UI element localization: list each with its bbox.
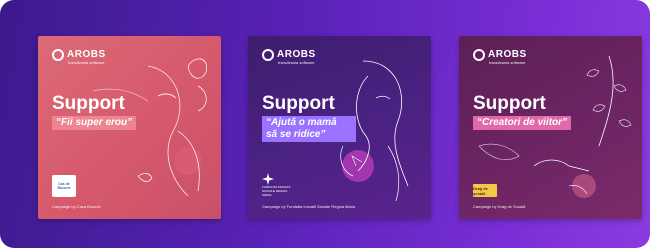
card-tagline: “Ajută o mamă să se ridice” (262, 116, 356, 142)
card-tagline-line-2: să se ridice” (266, 129, 326, 140)
campaign-card-super-erou[interactable]: AROBS transilvania software Support “Fii… (38, 36, 221, 219)
brand-subtitle: transilvania software (278, 60, 315, 65)
arobs-logo-mark (262, 49, 274, 61)
partner-logo-text: Cas de Bucurie (57, 182, 71, 190)
card-headline: Support (52, 93, 125, 114)
star-icon (262, 173, 274, 185)
campaign-card-creatori-de-viitor[interactable]: AROBS transilvania software Support “Cre… (459, 36, 642, 219)
arobs-logo-mark (52, 49, 64, 61)
card-headline: Support (473, 93, 546, 114)
brand-name: AROBS (67, 49, 106, 60)
card-headline: Support (262, 93, 335, 114)
campaign-credit: Campaign by Fundatia Inovatii Sociale Re… (262, 204, 356, 209)
partner-logo-text: FUNDAȚIA INOVAȚII SOCIALE REGINA MARIA (262, 185, 291, 197)
partner-logo-fundatia: FUNDAȚIA INOVAȚII SOCIALE REGINA MARIA (262, 173, 292, 197)
partner-logo-text: Drag de școală (473, 184, 497, 197)
card-tagline: “Creatori de viitor” (473, 116, 572, 130)
campaign-credit: Campaign by Drag de Scoală (473, 204, 526, 209)
brand-name: AROBS (277, 49, 316, 60)
arobs-logo-mark (473, 49, 485, 61)
brand-name: AROBS (488, 49, 527, 60)
card-tagline: “Fii super erou” (52, 116, 137, 130)
campaign-credit: Campaign by Casa Bucurie (52, 204, 101, 209)
partner-logo-casa-bucurie: Cas de Bucurie (52, 175, 76, 197)
partner-logo-drag-de-scoala: Drag de școală (473, 184, 497, 197)
campaigns-panel: AROBS transilvania software Support “Fii… (0, 0, 650, 248)
brand-subtitle: transilvania software (489, 60, 526, 65)
brand-subtitle: transilvania software (68, 60, 105, 65)
campaign-card-ajuta-o-mama[interactable]: AROBS transilvania software Support “Aju… (248, 36, 431, 219)
card-tagline-line-1: “Ajută o mamă (266, 117, 337, 128)
